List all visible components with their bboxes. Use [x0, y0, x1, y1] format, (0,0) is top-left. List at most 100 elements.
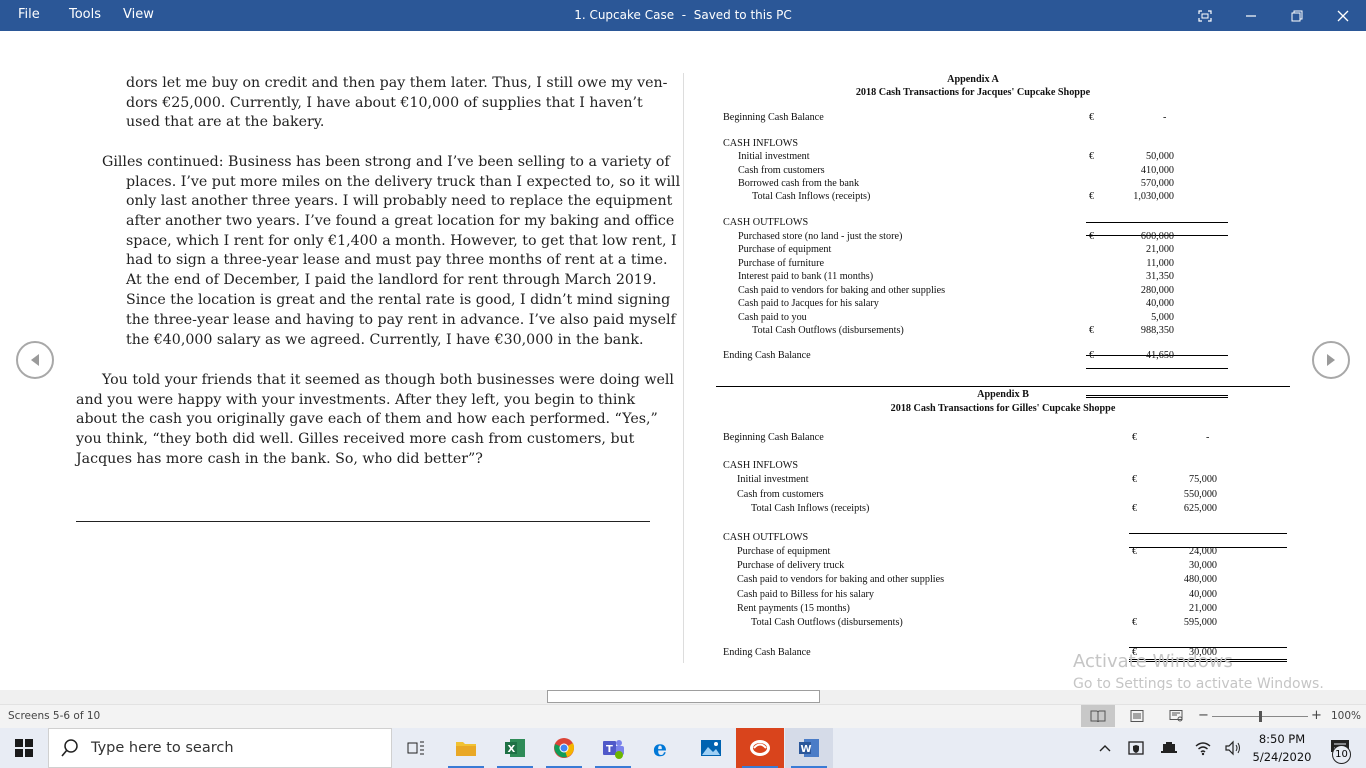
fullscreen-button[interactable]	[1182, 0, 1228, 31]
wifi-icon	[1195, 742, 1211, 756]
appendix-b-subtitle: 2018 Cash Transactions for Gilles' Cupca…	[890, 403, 1116, 414]
inflow-label: Initial investment	[738, 151, 810, 162]
currency-symbol: €	[1089, 191, 1095, 202]
outflows-total-label: Total Cash Outflows (disbursements)	[751, 617, 903, 628]
currency-symbol: €	[1089, 151, 1095, 162]
zoom-in-button[interactable]: +	[1311, 708, 1322, 723]
currency-symbol: €	[1132, 432, 1138, 443]
outflow-value: 600,000	[1140, 231, 1174, 242]
web-layout-button[interactable]	[1163, 705, 1189, 727]
zoom-slider-thumb[interactable]	[1258, 711, 1262, 722]
minimize-button[interactable]	[1228, 0, 1274, 31]
menu-view[interactable]: View	[123, 0, 154, 31]
tray-security[interactable]	[1126, 728, 1148, 768]
text-line: At the end of December, I paid the landl…	[126, 272, 657, 288]
tray-network-device[interactable]	[1158, 728, 1180, 768]
taskbar-teams[interactable]: T	[589, 728, 637, 768]
tray-volume[interactable]	[1222, 728, 1244, 768]
device-icon	[1161, 742, 1177, 753]
outflows-total-value: 595,000	[1183, 617, 1217, 628]
text-line: Gilles continued: Business has been stro…	[102, 154, 670, 170]
ending-label: Ending Cash Balance	[723, 350, 811, 361]
currency-symbol: €	[1089, 231, 1095, 242]
start-button[interactable]	[0, 728, 48, 768]
taskbar-photos[interactable]	[687, 728, 735, 768]
taskbar-edge[interactable]: e	[638, 728, 686, 768]
menu-tools[interactable]: Tools	[69, 0, 101, 31]
close-button[interactable]	[1320, 0, 1366, 31]
outflow-label: Purchase of furniture	[738, 258, 824, 269]
taskbar-word[interactable]: W	[785, 728, 833, 768]
scrollbar-thumb[interactable]	[547, 690, 820, 703]
beginning-value: -	[1163, 112, 1167, 123]
page-icon	[1130, 710, 1144, 722]
inflows-total-label: Total Cash Inflows (receipts)	[751, 503, 870, 514]
taskbar-file-explorer[interactable]	[442, 728, 490, 768]
web-layout-icon	[1169, 710, 1183, 722]
outflow-value: 30,000	[1188, 560, 1217, 571]
notification-count-badge: 10	[1332, 745, 1351, 764]
horizontal-scrollbar[interactable]	[0, 690, 1366, 704]
outflow-label: Cash paid to Billess for his salary	[737, 589, 874, 600]
text-line: you think, “they both did well. Gilles r…	[76, 431, 635, 447]
inflows-header: CASH INFLOWS	[723, 138, 798, 149]
taskbar-clock[interactable]: 8:50 PM 5/24/2020	[1244, 728, 1320, 768]
taskbar-search-box[interactable]: Type here to search	[48, 728, 392, 768]
outflow-value: 11,000	[1146, 258, 1174, 269]
inflow-value: 50,000	[1145, 151, 1174, 162]
print-layout-button[interactable]	[1124, 705, 1150, 727]
read-mode-button[interactable]	[1081, 705, 1115, 727]
chevron-left-icon	[31, 354, 39, 366]
task-view-icon	[407, 741, 424, 755]
text-line: after another two years. I’ve found a gr…	[126, 213, 675, 229]
text-line: only last another three years. I will pr…	[126, 193, 673, 209]
taskbar-chrome[interactable]	[540, 728, 588, 768]
teams-icon: T	[603, 740, 624, 759]
zoom-slider[interactable]	[1212, 711, 1308, 722]
reading-pane[interactable]: dors let me buy on credit and then pay t…	[0, 31, 1366, 692]
excel-icon: X	[505, 739, 525, 757]
appendix-b-title: Appendix B	[977, 389, 1029, 400]
search-placeholder: Type here to search	[91, 740, 234, 756]
document-title: 1. Cupcake Case	[574, 8, 675, 22]
text-line: and you were happy with your investments…	[76, 392, 636, 408]
currency-symbol: €	[1132, 474, 1138, 485]
section-divider	[76, 521, 650, 522]
outflow-value: 40,000	[1188, 589, 1217, 600]
text-line: used that are at the bakery.	[126, 114, 325, 130]
show-hidden-icons-button[interactable]	[1094, 728, 1116, 768]
currency-symbol: €	[1132, 617, 1138, 628]
svg-text:T: T	[606, 744, 613, 755]
zoom-level[interactable]: 100%	[1331, 710, 1361, 722]
action-center-button[interactable]: 10	[1320, 728, 1360, 768]
inflow-label: Initial investment	[737, 474, 809, 485]
text-line: had to sign a three-year lease and must …	[126, 252, 668, 268]
restore-button[interactable]	[1274, 0, 1320, 31]
task-view-button[interactable]	[392, 728, 440, 768]
outflow-value: 40,000	[1145, 298, 1174, 309]
previous-page-button[interactable]	[16, 341, 54, 379]
inflow-value: 570,000	[1140, 178, 1174, 189]
text-line: places. I’ve put more miles on the deliv…	[126, 174, 681, 190]
close-icon	[1337, 10, 1349, 21]
rule-line	[1129, 533, 1287, 534]
window-title: 1. Cupcake Case - Saved to this PC	[0, 0, 1366, 31]
currency-symbol: €	[1089, 325, 1095, 336]
next-page-button[interactable]	[1312, 341, 1350, 379]
outflow-label: Purchase of equipment	[737, 546, 831, 557]
appendix-a-subtitle: 2018 Cash Transactions for Jacques' Cupc…	[855, 87, 1091, 98]
inflows-total-value: 625,000	[1183, 503, 1217, 514]
taskbar-highlighted-app[interactable]	[736, 728, 784, 768]
word-icon: W	[799, 739, 819, 757]
photos-icon	[701, 740, 721, 756]
activation-watermark: Activate Windows Go to Settings to activ…	[1073, 651, 1324, 692]
taskbar-excel[interactable]: X	[491, 728, 539, 768]
appendix-a-title: Appendix A	[947, 74, 999, 85]
zoom-out-button[interactable]: −	[1198, 708, 1209, 723]
ending-label: Ending Cash Balance	[723, 647, 811, 658]
outflow-value: 24,000	[1188, 546, 1217, 557]
text-line: You told your friends that it seemed as …	[102, 372, 674, 388]
menu-file[interactable]: File	[18, 0, 40, 31]
tray-wifi[interactable]	[1192, 728, 1214, 768]
text-line: the €40,000 salary as we agreed. Current…	[126, 332, 644, 348]
